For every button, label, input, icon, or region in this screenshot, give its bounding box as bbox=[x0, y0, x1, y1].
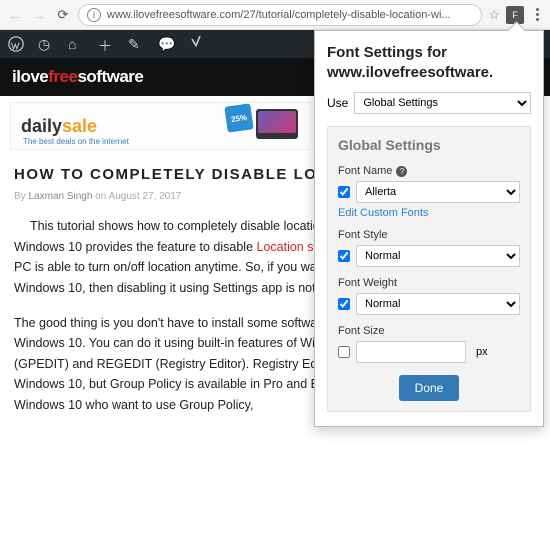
font-style-label: Font Style bbox=[338, 229, 520, 241]
font-weight-label: Font Weight bbox=[338, 277, 520, 289]
global-settings-panel: Global Settings Font Name ? Allerta Edit… bbox=[327, 126, 531, 412]
use-label: Use bbox=[327, 96, 348, 110]
browser-menu-icon[interactable] bbox=[530, 8, 544, 21]
edit-icon[interactable]: ✎ bbox=[128, 36, 144, 52]
global-settings-heading: Global Settings bbox=[338, 137, 520, 153]
url-text: www.ilovefreesoftware.com/27/tutorial/co… bbox=[107, 9, 451, 21]
banner-product-image bbox=[256, 109, 298, 139]
add-new-icon[interactable]: ＋ bbox=[98, 36, 114, 52]
font-size-input[interactable] bbox=[356, 341, 466, 363]
done-button[interactable]: Done bbox=[399, 375, 460, 401]
font-name-checkbox[interactable] bbox=[338, 186, 350, 198]
edit-custom-fonts-link[interactable]: Edit Custom Fonts bbox=[338, 207, 428, 219]
px-label: px bbox=[476, 346, 488, 358]
discount-badge-1: 25% bbox=[224, 103, 253, 132]
dailysale-logo: dailysale bbox=[21, 116, 97, 137]
font-name-select[interactable]: Allerta bbox=[356, 181, 520, 203]
use-select[interactable]: Global Settings bbox=[354, 92, 531, 114]
author-link[interactable]: Laxman Singh bbox=[28, 191, 92, 202]
browser-toolbar: ← → ⟳ i www.ilovefreesoftware.com/27/tut… bbox=[0, 0, 550, 30]
font-weight-checkbox[interactable] bbox=[338, 298, 350, 310]
yoast-icon[interactable] bbox=[188, 36, 204, 52]
extension-icon[interactable]: F bbox=[506, 6, 524, 24]
font-weight-select[interactable]: Normal bbox=[356, 293, 520, 315]
bookmark-icon[interactable]: ☆ bbox=[488, 7, 500, 23]
home-icon[interactable]: ⌂ bbox=[68, 36, 84, 52]
reload-button[interactable]: ⟳ bbox=[54, 6, 72, 24]
font-size-label: Font Size bbox=[338, 325, 520, 337]
comments-icon[interactable]: 💬 bbox=[158, 36, 174, 52]
font-style-select[interactable]: Normal bbox=[356, 245, 520, 267]
wordpress-icon[interactable] bbox=[8, 36, 24, 52]
font-size-checkbox[interactable] bbox=[338, 346, 350, 358]
font-name-label: Font Name bbox=[338, 165, 392, 177]
popup-title: Font Settings for www.ilovefreesoftware. bbox=[327, 43, 531, 82]
address-bar[interactable]: i www.ilovefreesoftware.com/27/tutorial/… bbox=[78, 4, 482, 26]
back-button[interactable]: ← bbox=[6, 6, 24, 24]
font-style-checkbox[interactable] bbox=[338, 250, 350, 262]
forward-button[interactable]: → bbox=[30, 6, 48, 24]
font-settings-popup: Font Settings for www.ilovefreesoftware.… bbox=[314, 30, 544, 427]
banner-tagline: The best deals on the internet bbox=[23, 137, 129, 146]
help-icon[interactable]: ? bbox=[396, 166, 407, 177]
site-info-icon[interactable]: i bbox=[87, 8, 101, 22]
site-logo[interactable]: ilovefreesoftware bbox=[12, 67, 143, 87]
dashboard-icon[interactable]: ◷ bbox=[38, 36, 54, 52]
